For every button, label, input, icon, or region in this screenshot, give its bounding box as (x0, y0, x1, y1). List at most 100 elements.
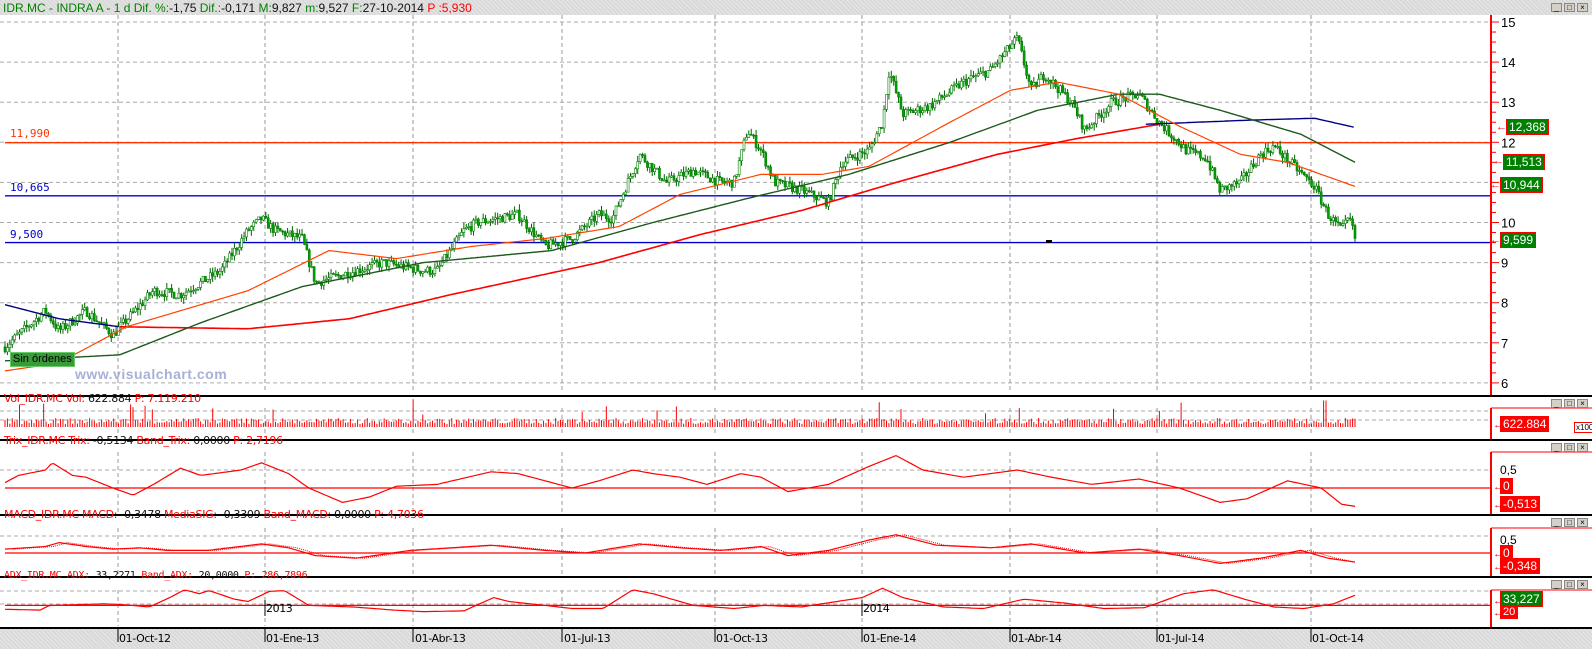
candle-body (1341, 223, 1345, 226)
candle-body (1039, 74, 1043, 80)
candle-body (182, 295, 186, 299)
panel-separator (0, 395, 1592, 397)
candle-body (365, 269, 369, 272)
candle-body (228, 252, 231, 263)
candle-body (556, 242, 560, 246)
candle-body (385, 259, 388, 267)
watermark: www.visualchart.com (75, 366, 228, 382)
candle-body (1213, 167, 1217, 179)
candle-body (653, 167, 656, 173)
trix-tick: 0,5 (1500, 463, 1517, 477)
close-button[interactable]: × (1577, 399, 1588, 408)
candle-body (559, 242, 562, 246)
candle-body (1129, 91, 1132, 94)
candle-body (481, 218, 485, 223)
candle-body (561, 242, 565, 247)
candle-body (716, 176, 719, 186)
candle-body (914, 110, 917, 113)
candle-body (1059, 85, 1062, 93)
year-label: 2013 (266, 602, 293, 615)
candle-body (520, 220, 524, 223)
close-button[interactable]: × (1577, 580, 1588, 589)
candle-body (861, 151, 864, 154)
candle-body (35, 317, 38, 323)
close-button[interactable]: × (1577, 3, 1588, 12)
candle-body (1346, 217, 1350, 221)
candle-body (844, 161, 847, 167)
minimize-button[interactable]: _ (1551, 443, 1562, 452)
maximize-button[interactable]: □ (1564, 518, 1575, 527)
candle-body (568, 236, 572, 240)
candle-body (554, 242, 557, 245)
axis-tick-label: 9 (1501, 256, 1508, 271)
candle-body (667, 176, 671, 183)
candle-body (276, 225, 280, 229)
trix-line (4, 454, 1356, 507)
minimize-button[interactable]: _ (1551, 580, 1562, 589)
candle-body (192, 290, 195, 292)
candle-body (885, 94, 888, 110)
candle-body (259, 216, 263, 221)
candle-body (242, 236, 246, 239)
candle-body (477, 218, 480, 226)
candle-body (1170, 135, 1173, 139)
candle-body (571, 239, 574, 243)
candle-body (1302, 172, 1306, 176)
candle-body (78, 314, 82, 317)
minimize-button[interactable]: _ (1551, 399, 1562, 408)
minimize-button[interactable]: _ (1551, 3, 1562, 12)
candle-body (902, 109, 905, 118)
level-label: 9,500 (10, 228, 44, 241)
candle-body (926, 105, 929, 111)
candle-body (1119, 95, 1123, 106)
candle-body (153, 287, 157, 293)
maximize-button[interactable]: □ (1564, 443, 1575, 452)
candle-body (621, 193, 625, 200)
candle-body (1010, 43, 1014, 49)
candle-body (93, 313, 96, 322)
candle-body (1025, 64, 1028, 76)
candle-body (71, 318, 74, 326)
candle-body (1056, 86, 1060, 93)
maximize-button[interactable]: □ (1564, 3, 1575, 12)
maximize-button[interactable]: □ (1564, 399, 1575, 408)
candle-body (655, 167, 659, 170)
candle-body (440, 261, 444, 266)
close-button[interactable]: × (1577, 518, 1588, 527)
candle-body (537, 234, 541, 237)
candle-body (1331, 217, 1335, 222)
close-button[interactable]: × (1577, 443, 1588, 452)
candle-body (1249, 163, 1253, 173)
candle-body (648, 163, 652, 168)
candle-body (513, 211, 516, 215)
candle-body (1278, 146, 1282, 154)
maximize-button[interactable]: □ (1564, 580, 1575, 589)
candle-body (1046, 79, 1050, 82)
candle-body (515, 209, 519, 213)
level-label: 10,665 (10, 181, 50, 194)
candle-body (281, 230, 285, 233)
candle-body (397, 264, 400, 268)
candle-body (196, 287, 200, 290)
candle-body (1194, 149, 1197, 153)
panel-separator (0, 627, 1592, 629)
candle-body (1203, 158, 1207, 162)
orders-badge[interactable]: Sin órdenes (10, 352, 75, 367)
candle-body (996, 62, 999, 65)
candle-body (206, 278, 210, 283)
candle-body (199, 280, 202, 288)
candle-body (1092, 123, 1096, 126)
candle-body (1230, 184, 1234, 187)
adx-window-controls: _ □ × (1551, 580, 1588, 589)
candle-body (73, 322, 77, 326)
candle-body (373, 260, 376, 263)
candle-body (508, 214, 512, 221)
candle-body (631, 173, 635, 177)
candle-body (194, 289, 198, 291)
minimize-button[interactable]: _ (1551, 518, 1562, 527)
candle-body (136, 307, 140, 310)
candle-body (1174, 139, 1178, 141)
candle-body (918, 106, 922, 114)
candle-body (15, 333, 19, 336)
candle-body (747, 134, 751, 138)
